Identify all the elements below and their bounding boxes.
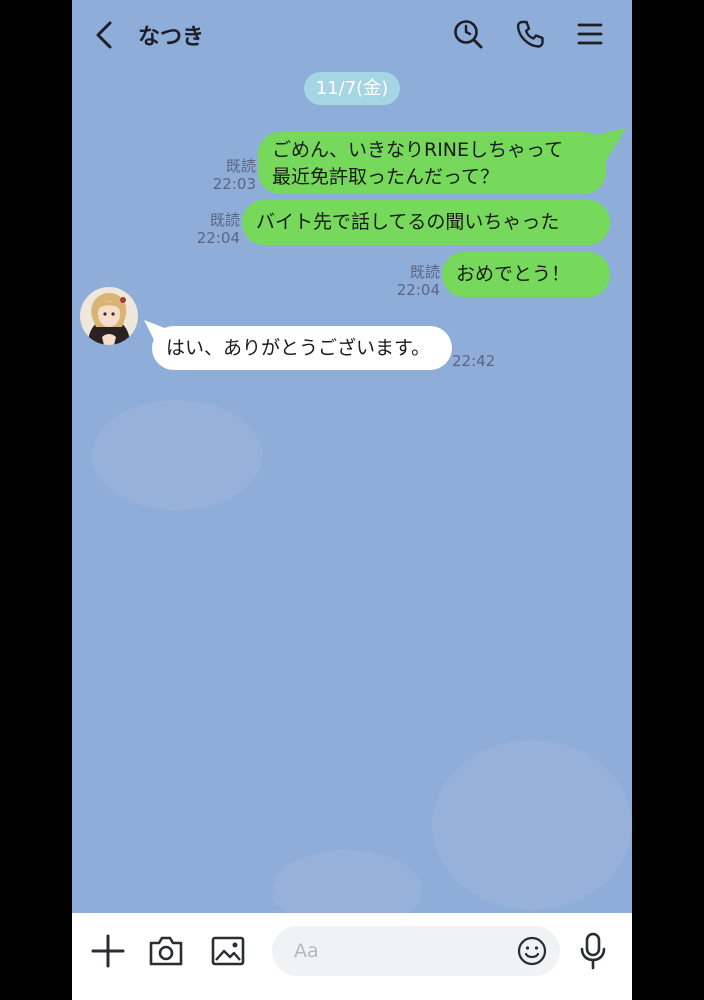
message-meta: 既読 22:04 (386, 263, 440, 299)
message-time: 22:03 (212, 175, 256, 193)
read-receipt: 既読 (225, 157, 256, 175)
camera-icon[interactable] (148, 933, 184, 969)
message-meta: 既読 22:04 (186, 211, 240, 247)
emoji-icon[interactable] (516, 935, 548, 967)
message-time: 22:04 (196, 229, 240, 247)
hamburger-menu-icon[interactable] (576, 20, 604, 48)
message-text: おめでとう！ (456, 263, 571, 285)
background-cloud (432, 740, 632, 910)
plus-icon[interactable] (90, 933, 126, 969)
message-time: 22:04 (396, 281, 440, 299)
outgoing-message-bubble[interactable]: バイト先で話してるの聞いちゃった (242, 200, 610, 245)
message-text: ごめん、いきなりRINEしちゃって (272, 139, 564, 161)
search-clock-icon[interactable] (452, 18, 484, 50)
outgoing-message-bubble[interactable]: おめでとう！ (442, 252, 610, 297)
microphone-icon[interactable] (578, 932, 608, 970)
outgoing-message-bubble[interactable]: ごめん、いきなりRINEしちゃって 最近免許取ったんだって？ (258, 132, 606, 194)
date-separator: 11/7(金) (304, 72, 400, 105)
read-receipt: 既読 (409, 263, 440, 281)
message-text: 最近免許取ったんだって？ (272, 166, 500, 188)
image-icon[interactable] (210, 933, 246, 969)
read-receipt: 既読 (209, 211, 240, 229)
message-text: はい、ありがとうございます。 (166, 337, 431, 359)
background-cloud (92, 400, 262, 510)
phone-icon[interactable] (514, 18, 546, 50)
incoming-message-bubble[interactable]: はい、ありがとうございます。 (152, 326, 452, 370)
chat-header: なつき (72, 0, 632, 70)
chat-screen: なつき 11/7(金) 既読 22:03 ごめん、いきなりRINEしちゃって 最… (72, 0, 632, 1000)
message-meta: 既読 22:03 (202, 157, 256, 193)
message-meta: 22:42 (452, 352, 498, 370)
back-arrow-icon[interactable] (92, 20, 120, 50)
input-bar (72, 913, 632, 1000)
contact-avatar[interactable] (80, 287, 138, 345)
message-time: 22:42 (452, 352, 496, 370)
message-text: バイト先で話してるの聞いちゃった (256, 211, 560, 233)
chat-title: なつき (138, 25, 205, 50)
